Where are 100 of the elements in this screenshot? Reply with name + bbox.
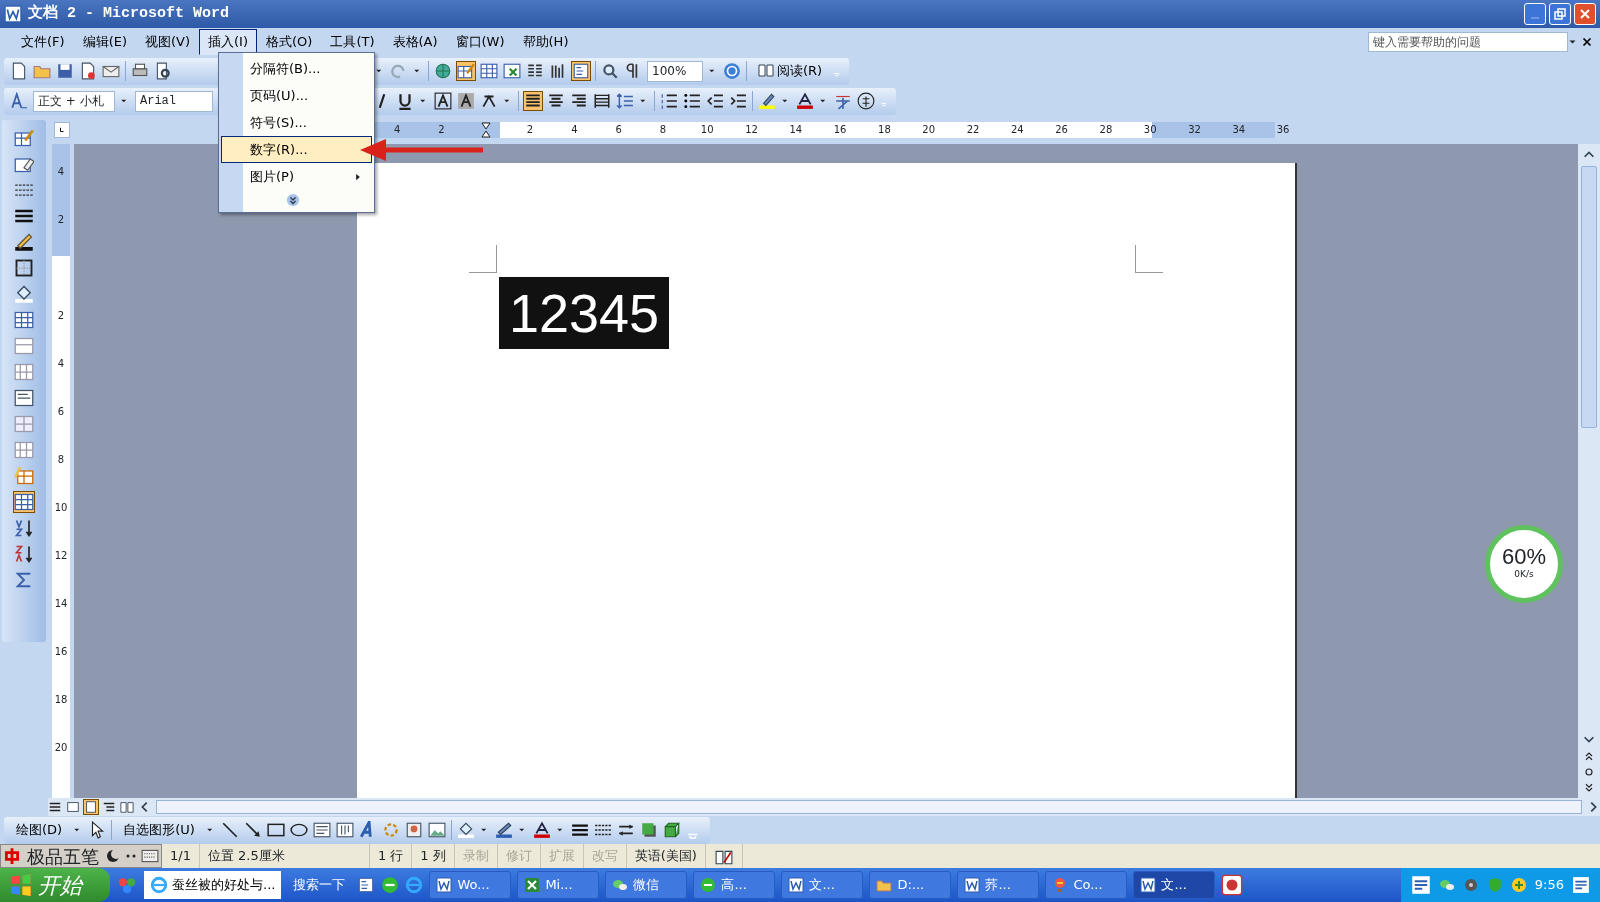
style-field[interactable]: 正文 + 小札 xyxy=(33,90,115,112)
vertical-text-box-icon[interactable] xyxy=(335,821,354,839)
soft-keyboard-icon[interactable] xyxy=(141,847,159,865)
menu-item[interactable]: 文件(F) xyxy=(12,29,74,55)
address-box[interactable]: 蚕丝被的好处与... xyxy=(144,871,282,899)
print-view-icon[interactable] xyxy=(84,800,98,814)
zoom-field[interactable]: 100% xyxy=(647,60,703,82)
menu-item[interactable]: 格式(O) xyxy=(257,29,322,55)
scroll-thumb[interactable] xyxy=(1581,166,1597,428)
draw-menu-button[interactable]: 绘图(D) xyxy=(10,820,69,840)
taskbar-button[interactable]: Mi... xyxy=(517,871,600,899)
rectangle-icon[interactable] xyxy=(266,821,285,839)
3d-box-icon[interactable] xyxy=(662,821,681,839)
vertical-scrollbar[interactable] xyxy=(1578,144,1600,798)
help-search-field[interactable]: 键入需要帮助的问题 xyxy=(1368,32,1568,52)
fill-color-icon[interactable] xyxy=(456,821,475,839)
merge-cells-icon[interactable] xyxy=(14,336,34,356)
table-gridlines-icon[interactable] xyxy=(14,492,34,512)
menu-item[interactable]: 插入(I) xyxy=(199,29,257,55)
menu-item[interactable]: 符号(S)... xyxy=(221,109,372,136)
read-button[interactable]: 阅读(R) xyxy=(752,61,829,81)
insert-table-icon[interactable] xyxy=(480,62,498,80)
sort-ascending-icon[interactable] xyxy=(14,518,34,538)
close-button[interactable] xyxy=(1574,3,1596,25)
menu-item[interactable]: 编辑(E) xyxy=(73,29,136,55)
permission-icon[interactable] xyxy=(79,62,97,80)
indent-marker-icon[interactable] xyxy=(480,122,491,138)
taskbar-button[interactable]: Wo... xyxy=(429,871,512,899)
distributed-icon[interactable] xyxy=(593,92,611,110)
picture-icon[interactable] xyxy=(427,821,446,839)
taskbar-button[interactable]: Co... xyxy=(1045,871,1128,899)
menu-item[interactable]: 表格(A) xyxy=(383,29,447,55)
line-spacing-icon[interactable] xyxy=(616,92,634,110)
browse-object-icon[interactable] xyxy=(1583,766,1595,778)
underline-icon[interactable] xyxy=(396,92,414,110)
taskbar-button[interactable]: 荞... xyxy=(957,871,1040,899)
font-color-icon[interactable] xyxy=(532,821,551,839)
speaker-icon[interactable] xyxy=(1462,877,1479,893)
font-color-icon[interactable] xyxy=(796,92,814,110)
character-border-icon[interactable] xyxy=(434,92,452,110)
tables-borders-icon[interactable] xyxy=(457,62,475,80)
menu-item[interactable]: 工具(T) xyxy=(321,29,384,55)
sort-descending-icon[interactable] xyxy=(14,544,34,564)
browser-icon[interactable] xyxy=(381,876,400,894)
circle-app-icon[interactable] xyxy=(1221,874,1244,896)
line-color-icon[interactable] xyxy=(494,821,513,839)
taskbar-button[interactable]: 文... xyxy=(781,871,864,899)
autoshapes-menu-button[interactable]: 自选图形(U) xyxy=(117,820,201,840)
save-icon[interactable] xyxy=(56,62,74,80)
chat-icon[interactable] xyxy=(1438,877,1455,893)
table-autoformat-icon[interactable] xyxy=(14,466,34,486)
zoom-icon[interactable] xyxy=(601,62,619,80)
horizontal-scrollbar[interactable] xyxy=(156,800,1582,814)
submenu-item[interactable]: 图片(P) xyxy=(221,163,372,190)
new-document-icon[interactable] xyxy=(10,62,28,80)
cell-alignment-icon[interactable] xyxy=(14,388,34,408)
tab-selector[interactable] xyxy=(54,122,70,138)
minimize-button[interactable] xyxy=(1524,3,1546,25)
insert-table-icon[interactable] xyxy=(14,310,34,330)
bullets-icon[interactable] xyxy=(683,92,701,110)
border-icon[interactable] xyxy=(14,258,34,278)
line-icon[interactable] xyxy=(220,821,239,839)
line-style-icon[interactable] xyxy=(570,821,589,839)
taskbar-button[interactable]: 高... xyxy=(693,871,776,899)
reading-view-icon[interactable] xyxy=(120,800,134,814)
styles-icon[interactable] xyxy=(10,92,28,110)
next-page-icon[interactable] xyxy=(1583,782,1595,794)
draw-table-icon[interactable] xyxy=(14,128,34,148)
align-left-icon[interactable] xyxy=(524,92,542,110)
insert-spreadsheet-icon[interactable] xyxy=(503,62,521,80)
restore-button[interactable] xyxy=(1549,3,1571,25)
border-color-icon[interactable] xyxy=(14,232,34,252)
menu-item[interactable]: 视图(V) xyxy=(136,29,200,55)
highlight-icon[interactable] xyxy=(758,92,776,110)
shadow-icon[interactable] xyxy=(639,821,658,839)
outline-view-icon[interactable] xyxy=(102,800,116,814)
notes-icon[interactable] xyxy=(1410,875,1431,895)
menu-item[interactable]: 帮助(H) xyxy=(513,29,578,55)
decrease-indent-icon[interactable] xyxy=(706,92,724,110)
web-view-icon[interactable] xyxy=(66,800,80,814)
clip-art-icon[interactable] xyxy=(404,821,423,839)
taskbar-button[interactable]: 微信 xyxy=(605,871,688,899)
help-icon[interactable] xyxy=(723,62,741,80)
arrow-icon[interactable] xyxy=(243,821,262,839)
menu-item[interactable]: 分隔符(B)... xyxy=(221,55,372,82)
oval-icon[interactable] xyxy=(289,821,308,839)
menu-item[interactable]: 窗口(W) xyxy=(446,29,514,55)
plus-icon[interactable] xyxy=(1510,877,1527,893)
document-map-icon[interactable] xyxy=(572,62,590,80)
arrow-style-icon[interactable] xyxy=(616,821,635,839)
input-method-name[interactable]: 极品五笔 xyxy=(23,842,103,870)
half-width-icon[interactable] xyxy=(105,848,121,864)
print-preview-icon[interactable] xyxy=(154,62,172,80)
increase-indent-icon[interactable] xyxy=(729,92,747,110)
search-button[interactable]: 搜索一下 xyxy=(287,875,352,895)
normal-view-icon[interactable] xyxy=(48,800,62,814)
split-cells-icon[interactable] xyxy=(14,362,34,382)
desktop-icon[interactable] xyxy=(357,876,376,894)
close-icon[interactable] xyxy=(1580,35,1594,49)
distribute-columns-icon[interactable] xyxy=(14,440,34,460)
